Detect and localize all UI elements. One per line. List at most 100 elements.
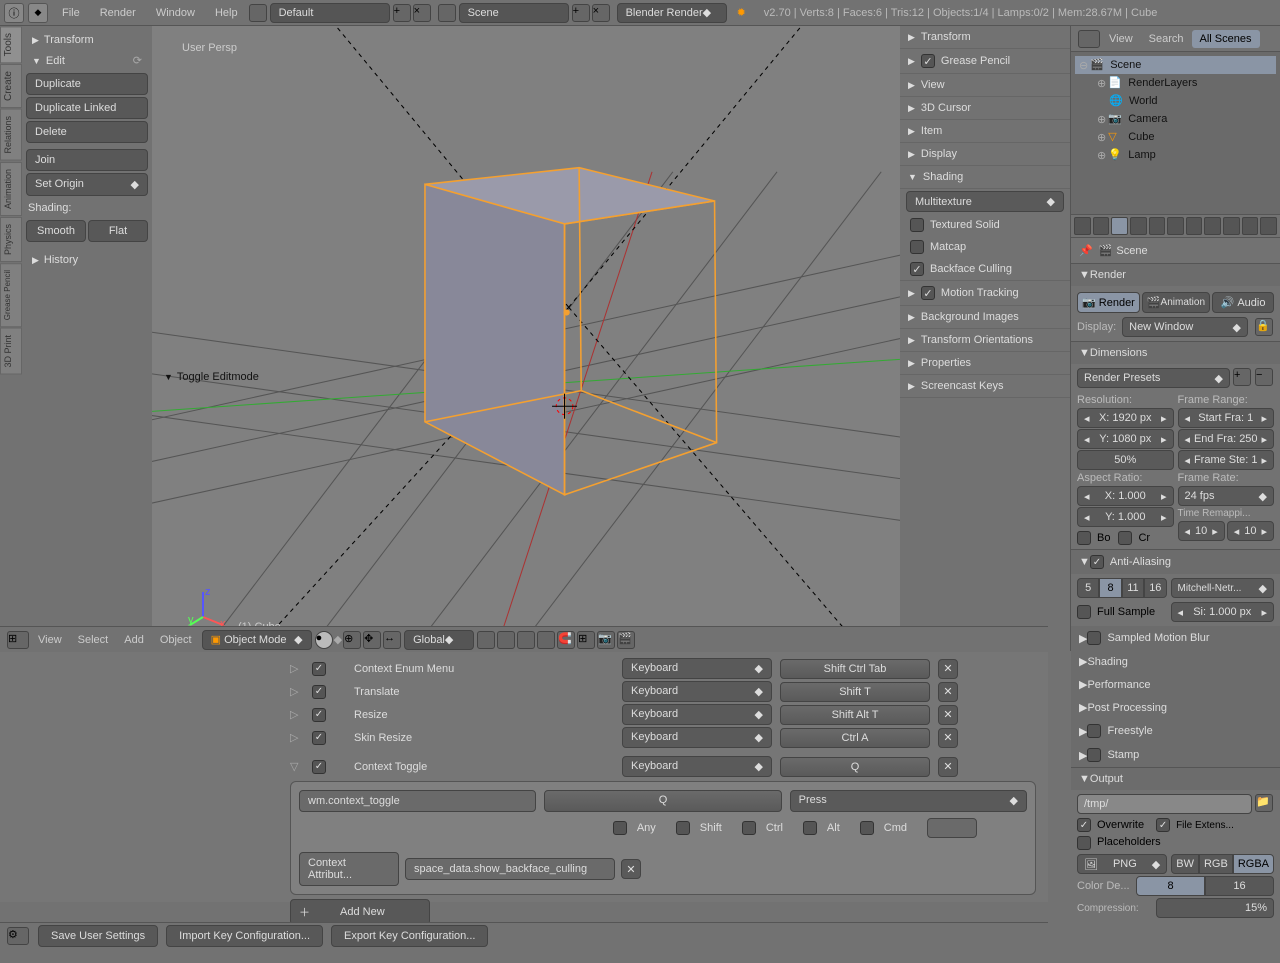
scene-dropdown[interactable]: Scene [459,3,569,23]
kb-enable-3[interactable] [312,731,326,745]
scene-add-icon[interactable]: + [572,4,590,22]
n-display[interactable]: ▶Display [900,143,1070,166]
duplicate-button[interactable]: Duplicate [26,73,148,95]
res-y[interactable]: ◂Y: 1080 px▸ [1077,429,1174,449]
asp-x[interactable]: ◂X: 1.000▸ [1077,486,1174,506]
kb-type-2[interactable]: Keyboard◆ [622,704,772,725]
tab-create[interactable]: Create [0,64,22,108]
tab-tools[interactable]: Tools [0,26,22,63]
attr-clear[interactable]: ✕ [621,859,641,879]
color-rgb[interactable]: RGB [1199,854,1233,874]
set-origin-button[interactable]: Set Origin◆ [26,173,148,196]
kb-del-3[interactable]: ✕ [938,728,958,748]
menu-help[interactable]: Help [205,7,248,19]
manip-trans-icon[interactable]: ↔ [383,631,401,649]
n-view[interactable]: ▶View [900,74,1070,97]
layout-dropdown[interactable]: Default [270,3,390,23]
ptab-world[interactable] [1149,217,1166,235]
n-item[interactable]: ▶Item [900,120,1070,143]
audio-button[interactable]: 🔊 Audio [1212,292,1274,313]
shading-section[interactable]: ▶Shading [1071,650,1280,673]
lock-icon[interactable]: 🔒 [1255,318,1273,336]
fps-dropdown[interactable]: 24 fps◆ [1178,486,1275,506]
outliner-filter[interactable]: All Scenes [1192,30,1260,48]
backface-check[interactable]: ✓Backface Culling [900,258,1070,280]
performance-section[interactable]: ▶Performance [1071,673,1280,696]
outliner-view[interactable]: View [1101,31,1141,47]
menu-window[interactable]: Window [146,7,205,19]
aa-16[interactable]: 16 [1144,578,1166,598]
aa-5[interactable]: 5 [1077,578,1099,598]
vf-select[interactable]: Select [70,634,117,646]
render-button[interactable]: 📷 Render [1077,292,1140,313]
3d-viewport[interactable]: User Persp ▼Toggle Editmode (1) Cube zxy [152,26,900,651]
n-transform[interactable]: ▶Transform [900,26,1070,49]
kb-enable-ex[interactable] [312,760,326,774]
orient-dropdown[interactable]: Global◆ [404,630,474,650]
res-x[interactable]: ◂X: 1920 px▸ [1077,408,1174,428]
kb-type-0[interactable]: Keyboard◆ [622,658,772,679]
kb-key-ex[interactable]: Q [780,757,930,777]
matcap-check[interactable]: Matcap [900,236,1070,258]
compression-field[interactable]: 15% [1156,898,1274,918]
expand-icon[interactable]: ▷ [290,708,304,721]
expand-icon[interactable]: ◆ [28,3,48,23]
tab-grease[interactable]: Grease Pencil [0,263,22,327]
menu-file[interactable]: File [52,7,90,19]
folder-icon[interactable]: 📁 [1255,794,1273,812]
frame-step[interactable]: ◂Frame Ste: 1▸ [1178,450,1275,470]
aa-filter[interactable]: Mitchell-Netr...◆ [1171,578,1275,598]
tab-3dprint[interactable]: 3D Print [0,328,22,375]
ptab-render[interactable] [1093,217,1110,235]
textured-solid-check[interactable]: Textured Solid [900,214,1070,236]
event-dropdown[interactable]: Press◆ [790,790,1027,812]
kb-del-0[interactable]: ✕ [938,659,958,679]
manip-icon[interactable]: ✥ [363,631,381,649]
vf-object[interactable]: Object [152,634,200,646]
kb-del-1[interactable]: ✕ [938,682,958,702]
preset-add-icon[interactable]: + [1233,368,1251,386]
layout-del-icon[interactable]: × [413,4,431,22]
animation-button[interactable]: 🎬Animation [1142,292,1210,313]
out-lamp[interactable]: ⊕💡Lamp [1075,146,1276,164]
remap-old[interactable]: ◂10▸ [1178,521,1225,541]
prefs-editor-icon[interactable]: ⚙ [7,927,29,945]
layer-2[interactable] [497,631,515,649]
ptab-render-layers[interactable] [1111,217,1128,235]
scene-del-icon[interactable]: × [592,4,610,22]
viewport-editor-icon[interactable]: ⊞ [7,631,29,649]
aa-11[interactable]: 11 [1122,578,1144,598]
smooth-button[interactable]: Smooth [26,220,86,242]
scene-browse-icon[interactable] [438,4,456,22]
kb-type-1[interactable]: Keyboard◆ [622,681,772,702]
outliner-editor-icon[interactable] [1078,30,1100,48]
outliner-search[interactable]: Search [1141,31,1192,47]
aa-section[interactable]: ▼Anti-Aliasing [1071,550,1280,574]
asp-y[interactable]: ◂Y: 1.000▸ [1077,507,1174,527]
kb-type-ex[interactable]: Keyboard◆ [622,756,772,777]
ptab-texture[interactable] [1260,217,1277,235]
postproc-section[interactable]: ▶Post Processing [1071,696,1280,719]
n-shading[interactable]: ▼Shading [900,166,1070,189]
border-check[interactable] [1077,531,1091,545]
kb-del-ex[interactable]: ✕ [938,757,958,777]
frame-end[interactable]: ◂End Fra: 250▸ [1178,429,1275,449]
render-presets[interactable]: Render Presets◆ [1077,368,1230,388]
outliner-tree[interactable]: ⊖🎬Scene ⊕📄RenderLayers 🌐World ⊕📷Camera ⊕… [1071,52,1280,214]
preset-del-icon[interactable]: − [1255,368,1273,386]
menu-render[interactable]: Render [90,7,146,19]
stamp-section[interactable]: ▶Stamp [1071,743,1280,767]
tab-editor-icon[interactable] [1074,217,1091,235]
kb-key-2[interactable]: Shift Alt T [780,705,930,725]
kb-enable-1[interactable] [312,685,326,699]
delete-button[interactable]: Delete [26,121,148,143]
format-dropdown[interactable]: 🖼PNG◆ [1077,854,1167,874]
layer-1[interactable] [477,631,495,649]
refresh-icon[interactable]: ⟳ [133,54,142,67]
ptab-constraints[interactable] [1186,217,1203,235]
mode-dropdown[interactable]: ▣ Object Mode◆ [202,630,312,650]
depth-8[interactable]: 8 [1136,876,1205,896]
color-bw[interactable]: BW [1171,854,1199,874]
layout-prev-icon[interactable] [249,4,267,22]
n-screencast[interactable]: ▶Screencast Keys [900,375,1070,398]
